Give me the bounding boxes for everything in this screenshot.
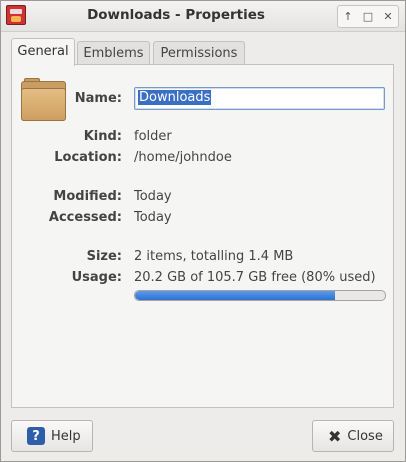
tab-permissions[interactable]: Permissions (153, 41, 245, 64)
kind-label: Kind: (83, 129, 122, 144)
window-controls: ↑ □ ✕ (337, 5, 399, 28)
app-icon[interactable] (6, 5, 26, 25)
usage-value: 20.2 GB of 105.7 GB free (80% used) (134, 270, 376, 285)
usage-bar (134, 290, 386, 301)
tab-emblems[interactable]: Emblems (77, 41, 150, 64)
location-label: Location: (54, 150, 122, 165)
help-icon: ? (27, 427, 45, 445)
accessed-value: Today (134, 210, 172, 225)
usage-label: Usage: (71, 270, 122, 285)
up-arrow-icon[interactable]: ↑ (338, 6, 358, 27)
close-button-label: Close (347, 428, 383, 444)
name-input[interactable]: Downloads (134, 87, 385, 110)
tab-general[interactable]: General (11, 38, 75, 66)
name-input-value: Downloads (138, 90, 212, 105)
help-button-label: Help (51, 428, 81, 444)
title-bar[interactable]: Downloads - Properties ↑ □ ✕ (1, 1, 405, 32)
general-panel (11, 64, 394, 408)
close-button[interactable]: ✖ Close (312, 420, 394, 452)
help-button[interactable]: ? Help (11, 420, 93, 452)
usage-bar-fill (135, 291, 335, 300)
kind-value: folder (134, 129, 172, 144)
size-value: 2 items, totalling 1.4 MB (134, 249, 294, 264)
location-value: /home/johndoe (134, 150, 232, 165)
maximize-icon[interactable]: □ (358, 6, 378, 27)
size-label: Size: (86, 249, 122, 264)
modified-label: Modified: (53, 189, 122, 204)
close-window-icon[interactable]: ✕ (378, 6, 398, 27)
window-title: Downloads - Properties (87, 7, 265, 23)
accessed-label: Accessed: (48, 210, 122, 225)
modified-value: Today (134, 189, 172, 204)
close-icon: ✖ (328, 426, 342, 446)
name-label: Name: (74, 91, 122, 106)
